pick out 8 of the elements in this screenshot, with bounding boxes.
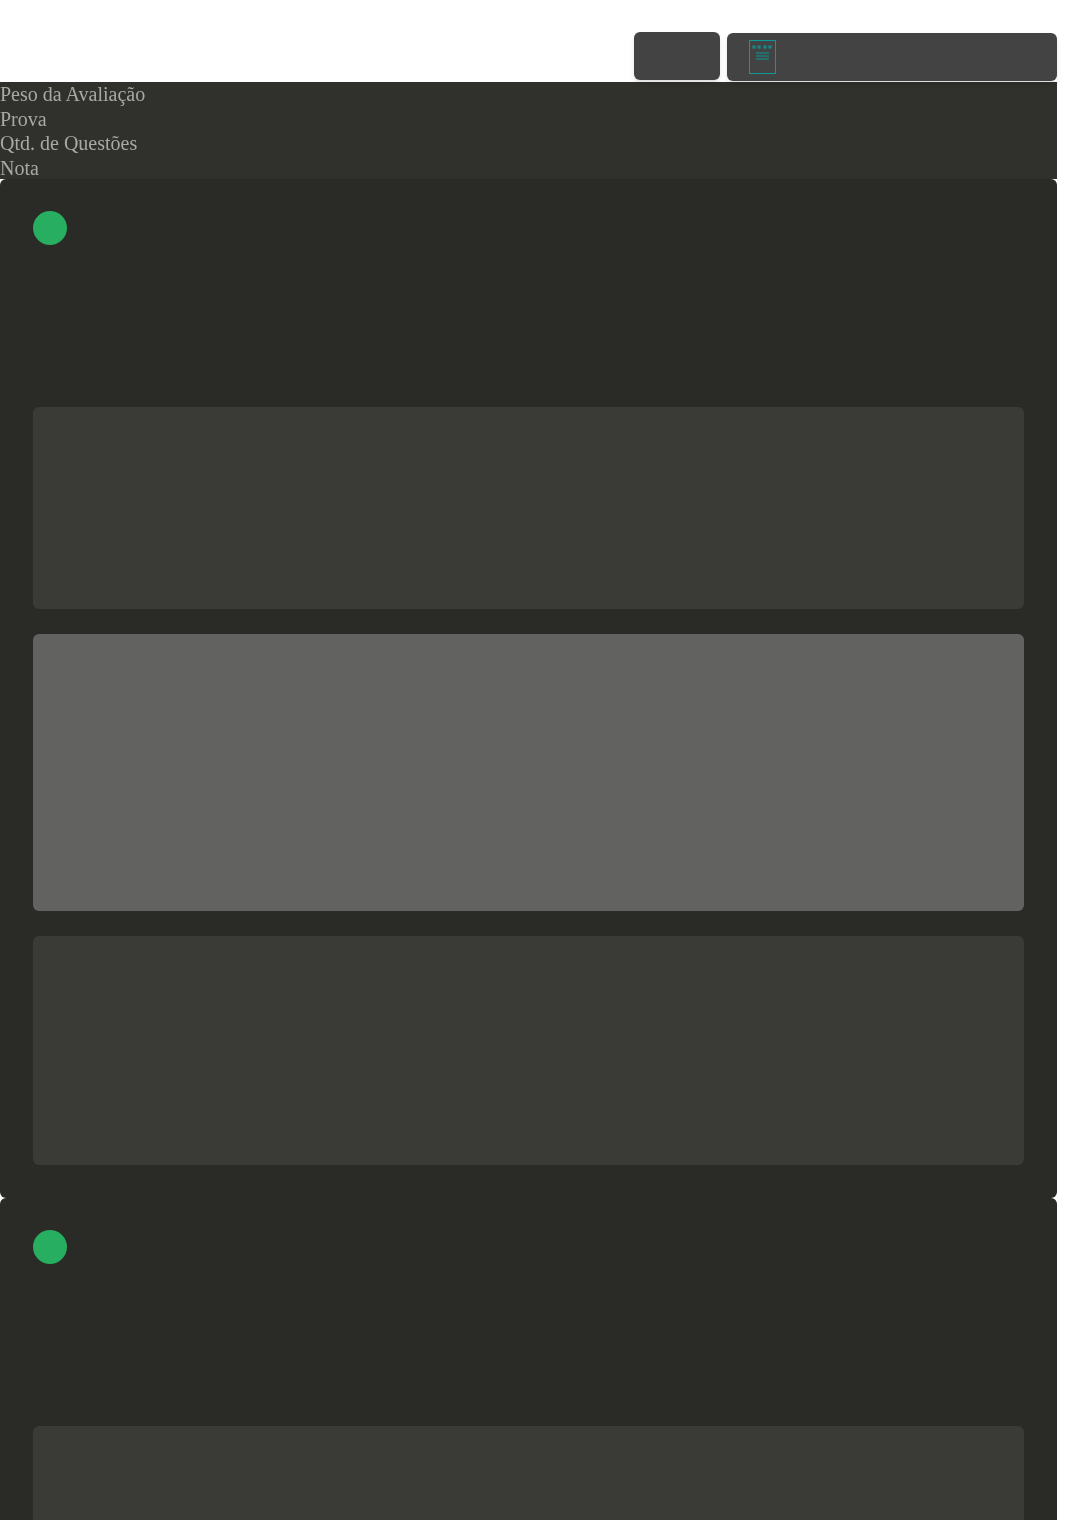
document-icon — [749, 40, 776, 74]
column-label: Peso da Avaliação — [0, 82, 146, 107]
column-label: Prova — [0, 106, 47, 131]
column-label: Nota — [0, 155, 39, 180]
answer-panel[interactable] — [33, 634, 1024, 911]
toolbar-button[interactable] — [634, 32, 720, 80]
column-label: Qtd. de Questões — [0, 131, 138, 156]
document-button[interactable] — [727, 33, 1057, 81]
